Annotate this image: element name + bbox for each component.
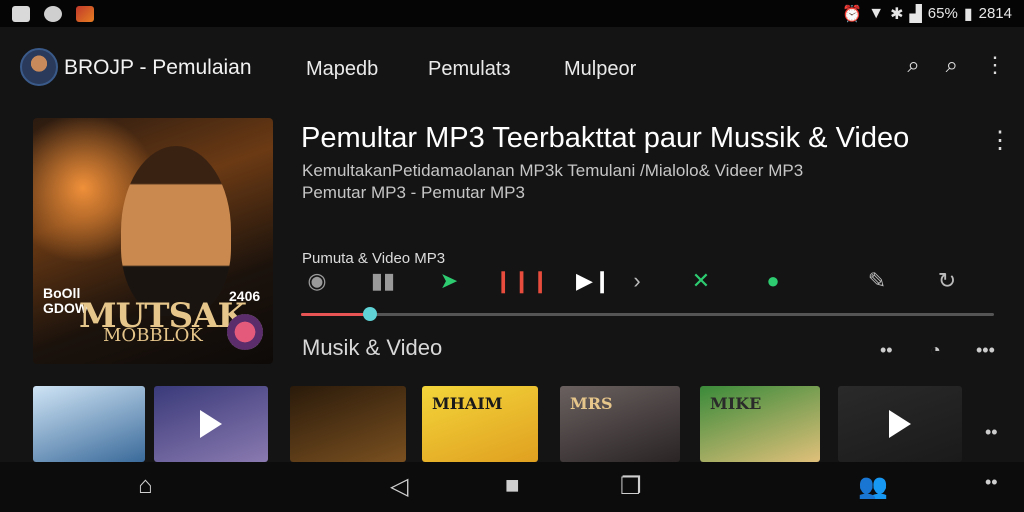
alarm-icon: ⏰ — [842, 5, 863, 23]
chat-icon[interactable]: ● — [756, 268, 790, 294]
progress-bar[interactable] — [301, 307, 994, 321]
header-actions: ⌕ ⌕ ⋮ — [907, 52, 1006, 78]
app-header: BROJP - Pemulaian Mapedb Pemulatз Mulpeo… — [0, 40, 1024, 98]
repeat-icon[interactable]: ↻ — [930, 268, 964, 294]
status-right: ⏰ ▼ ✱ ▟ 65% ▮ 2814 — [842, 4, 1012, 24]
camera-icon[interactable]: ◉ — [300, 268, 334, 294]
more-icon[interactable]: •• — [880, 340, 893, 361]
screenshot-icon — [12, 5, 30, 22]
app-title: BROJP - Pemulaian — [64, 56, 252, 79]
status-left-icons — [12, 5, 94, 22]
tab-3[interactable]: Mulpeor — [564, 58, 636, 81]
tag-icon[interactable]: ▮▮ — [366, 268, 400, 294]
home-button-icon[interactable]: ■ — [505, 472, 520, 500]
more-icon[interactable]: ⋮ — [984, 52, 1006, 78]
playlist-thumb-4[interactable]: MHAIM — [422, 386, 538, 462]
album-seal-icon — [227, 314, 263, 350]
chevron-right-icon[interactable]: › — [620, 268, 654, 294]
status-bar: ⏰ ▼ ✱ ▟ 65% ▮ 2814 — [0, 0, 1024, 27]
song-subtitle-2: Pemutar MP3 - Pemutar MP3 — [302, 183, 525, 202]
thumb-title: MRS — [570, 394, 613, 413]
equalizer-icon[interactable]: ❙❙❙ — [494, 268, 549, 294]
speed-icon[interactable]: ◔ — [930, 340, 941, 361]
bluetooth-icon: ✱ — [890, 5, 904, 23]
play-icon[interactable] — [200, 410, 222, 438]
controls-label: Pumuta & Video MP3 — [302, 250, 446, 267]
playlist-thumb-6[interactable]: MIKE — [700, 386, 820, 462]
progress-fill — [301, 313, 371, 316]
tab-2[interactable]: Pemulatз — [428, 58, 511, 81]
settings-icon — [44, 5, 62, 22]
playlist-thumb-7[interactable] — [838, 386, 962, 462]
thumb-title: MIKE — [710, 394, 762, 413]
album-art[interactable]: BoOll GDOW 2406 MUTSAK MOBBLOK — [33, 118, 273, 364]
search-icon[interactable]: ⌕ — [907, 52, 919, 78]
album-portrait — [121, 146, 231, 316]
more-icon[interactable]: ••• — [976, 340, 995, 361]
recents-icon[interactable]: ❐ — [620, 472, 642, 501]
playlist-thumb-5[interactable]: MRS — [560, 386, 680, 462]
more-icon[interactable]: •• — [985, 472, 998, 493]
battery-text: 65% — [927, 5, 958, 22]
playlist-thumb-1[interactable] — [33, 386, 145, 462]
signal-icon: ▟ — [909, 5, 922, 23]
play-icon[interactable] — [889, 410, 911, 438]
share-icon[interactable]: ➤ — [432, 268, 466, 294]
avatar[interactable] — [20, 48, 58, 86]
battery-icon: ▮ — [963, 5, 973, 23]
playlist-thumb-3[interactable] — [290, 386, 406, 462]
people-icon[interactable]: 👥 — [858, 472, 888, 501]
song-title: Pemultar MP3 Teerbakttat paur Mussik & V… — [301, 122, 910, 154]
section-title: Musik & Video — [302, 335, 443, 360]
next-icon[interactable]: ▶❙ — [576, 268, 611, 294]
more-icon[interactable]: •• — [985, 422, 998, 443]
mic-icon[interactable]: ✎ — [860, 268, 894, 294]
shuffle-icon[interactable]: ✕ — [684, 268, 718, 294]
thumb-title: MHAIM — [432, 394, 503, 413]
search-icon[interactable]: ⌕ — [946, 52, 958, 78]
playlist-row: MHAIM MRS MIKE — [33, 386, 993, 462]
playlist-thumb-2[interactable] — [154, 386, 268, 462]
more-icon[interactable]: ⋮ — [988, 126, 1012, 155]
back-icon[interactable]: ◁ — [390, 472, 408, 501]
progress-knob[interactable] — [363, 307, 378, 321]
song-subtitle-1: KemultakanPetidamaolanan MP3k Temulani /… — [302, 161, 804, 180]
home-icon[interactable]: ⌂ — [138, 472, 153, 500]
tab-1[interactable]: Mapedb — [306, 58, 378, 81]
album-cover-subtitle: MOBBLOK — [103, 325, 203, 346]
photo-icon — [76, 5, 94, 22]
wifi-icon: ▼ — [868, 4, 885, 22]
clock: 2814 — [978, 5, 1012, 22]
